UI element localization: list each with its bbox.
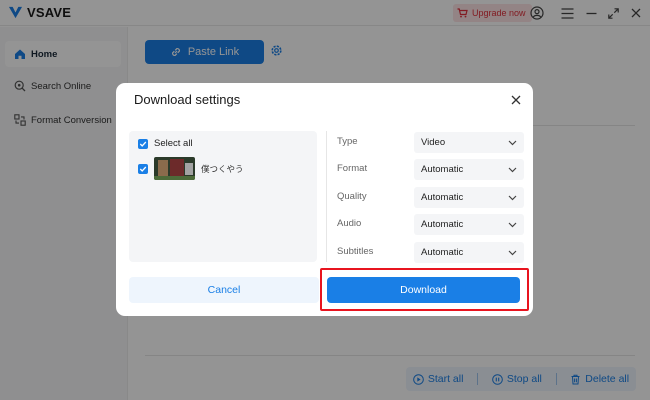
dialog-title: Download settings — [134, 92, 241, 107]
quality-value: Automatic — [421, 192, 464, 203]
select-all-label: Select all — [154, 138, 193, 149]
audio-value: Automatic — [421, 219, 464, 230]
type-value: Video — [421, 137, 446, 148]
chevron-down-icon — [508, 222, 517, 228]
select-all-checkbox[interactable]: Select all — [138, 138, 193, 149]
check-icon — [139, 166, 147, 172]
audio-label: Audio — [337, 218, 362, 229]
highlight-box — [320, 268, 529, 311]
checkbox-checked[interactable] — [138, 163, 148, 174]
format-label: Format — [337, 163, 368, 174]
check-icon — [139, 141, 147, 147]
chevron-down-icon — [508, 140, 517, 146]
format-value: Automatic — [421, 164, 464, 175]
quality-label: Quality — [337, 191, 367, 202]
chevron-down-icon — [508, 167, 517, 173]
type-label: Type — [337, 136, 358, 147]
close-icon — [511, 95, 521, 105]
video-list-panel: Select all 僕つくやう — [129, 131, 317, 262]
video-thumbnail — [154, 157, 195, 180]
video-title: 僕つくやう — [201, 163, 244, 174]
quality-select[interactable]: Automatic — [414, 187, 524, 208]
list-item[interactable]: 僕つくやう — [138, 157, 244, 180]
cancel-button[interactable]: Cancel — [129, 277, 319, 303]
chevron-down-icon — [508, 250, 517, 256]
cancel-label: Cancel — [207, 284, 241, 296]
audio-select[interactable]: Automatic — [414, 214, 524, 235]
subtitles-value: Automatic — [421, 247, 464, 258]
format-select[interactable]: Automatic — [414, 159, 524, 180]
subtitles-label: Subtitles — [337, 246, 374, 257]
divider — [326, 131, 327, 262]
checkbox-checked[interactable] — [138, 138, 148, 149]
chevron-down-icon — [508, 195, 517, 201]
subtitles-select[interactable]: Automatic — [414, 242, 524, 263]
type-select[interactable]: Video — [414, 132, 524, 153]
dialog-close-button[interactable] — [509, 93, 523, 107]
